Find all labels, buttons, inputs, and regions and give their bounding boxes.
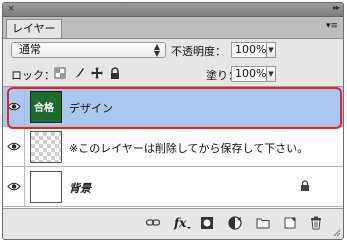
tab-layers[interactable]: レイヤー bbox=[6, 19, 62, 38]
eye-icon bbox=[7, 142, 21, 151]
layer-name: ※このレイヤーは削除してから保存して下さい。 bbox=[69, 142, 309, 155]
select-arrows-icon: ▲ ▼ bbox=[153, 42, 160, 58]
tab-row: レイヤー ▾≡ bbox=[3, 17, 343, 39]
tab-layers-label: レイヤー bbox=[12, 22, 56, 35]
layer-thumbnail-design: 合格 bbox=[30, 91, 62, 123]
lock-label: ロック： bbox=[11, 69, 55, 82]
fill-input[interactable]: 100% bbox=[231, 66, 267, 82]
thumbnail-text: 合格 bbox=[34, 103, 54, 114]
layer-row-background[interactable]: 背景 bbox=[3, 167, 343, 207]
layer-list: 合格 デザイン ※このレイヤーは削除してから保存して下さい。 背景 bbox=[3, 86, 343, 209]
visibility-toggle[interactable] bbox=[3, 127, 25, 166]
opacity-input[interactable]: 100% bbox=[231, 42, 267, 58]
eye-icon bbox=[7, 102, 21, 111]
close-icon[interactable]: × bbox=[6, 4, 16, 14]
layer-row-design[interactable]: 合格 デザイン bbox=[3, 87, 343, 127]
svg-text:fx: fx bbox=[173, 216, 187, 230]
lock-fill-row: ロック： 塗り： 100% ▼ bbox=[3, 64, 343, 84]
lock-transparency-icon[interactable] bbox=[54, 67, 66, 79]
trash-icon[interactable] bbox=[309, 216, 323, 230]
layer-thumbnail-note bbox=[30, 131, 62, 163]
lock-brush-icon[interactable] bbox=[73, 67, 85, 79]
new-layer-icon[interactable] bbox=[283, 216, 297, 230]
eye-icon bbox=[7, 182, 21, 191]
layers-panel: × ▸▸ レイヤー ▾≡ 通常 ▲ ▼ 不透明度： 100% ▼ ロック： 塗り… bbox=[2, 2, 344, 240]
layer-thumbnail-background bbox=[30, 171, 62, 203]
panel-titlebar: × ▸▸ bbox=[3, 3, 343, 17]
fill-dropdown-icon[interactable]: ▼ bbox=[267, 66, 276, 82]
layer-name: デザイン bbox=[69, 102, 113, 115]
layer-row-note[interactable]: ※このレイヤーは削除してから保存して下さい。 bbox=[3, 127, 343, 167]
collapse-icon[interactable]: ▸▸ bbox=[333, 3, 340, 12]
opacity-label: 不透明度： bbox=[171, 45, 226, 58]
visibility-toggle[interactable] bbox=[3, 87, 25, 126]
visibility-toggle[interactable] bbox=[3, 167, 25, 206]
panel-menu-icon[interactable]: ▾≡ bbox=[326, 21, 338, 31]
mask-icon[interactable] bbox=[200, 216, 214, 230]
lock-all-icon[interactable] bbox=[109, 67, 121, 79]
blend-opacity-row: 通常 ▲ ▼ 不透明度： 100% ▼ bbox=[3, 38, 343, 64]
opacity-dropdown-icon[interactable]: ▼ bbox=[267, 42, 276, 58]
resize-grip-icon[interactable] bbox=[333, 229, 341, 237]
panel-bottom-toolbar: fx bbox=[3, 209, 343, 239]
blend-mode-value: 通常 bbox=[19, 43, 41, 56]
layer-name: 背景 bbox=[69, 182, 91, 195]
lock-move-icon[interactable] bbox=[91, 67, 103, 79]
fx-icon[interactable]: fx bbox=[173, 216, 191, 230]
folder-icon[interactable] bbox=[256, 216, 270, 230]
blend-mode-select[interactable]: 通常 ▲ ▼ bbox=[11, 42, 166, 58]
lock-icon bbox=[301, 180, 309, 191]
link-icon[interactable] bbox=[146, 216, 160, 230]
adjustment-icon[interactable] bbox=[228, 216, 242, 230]
